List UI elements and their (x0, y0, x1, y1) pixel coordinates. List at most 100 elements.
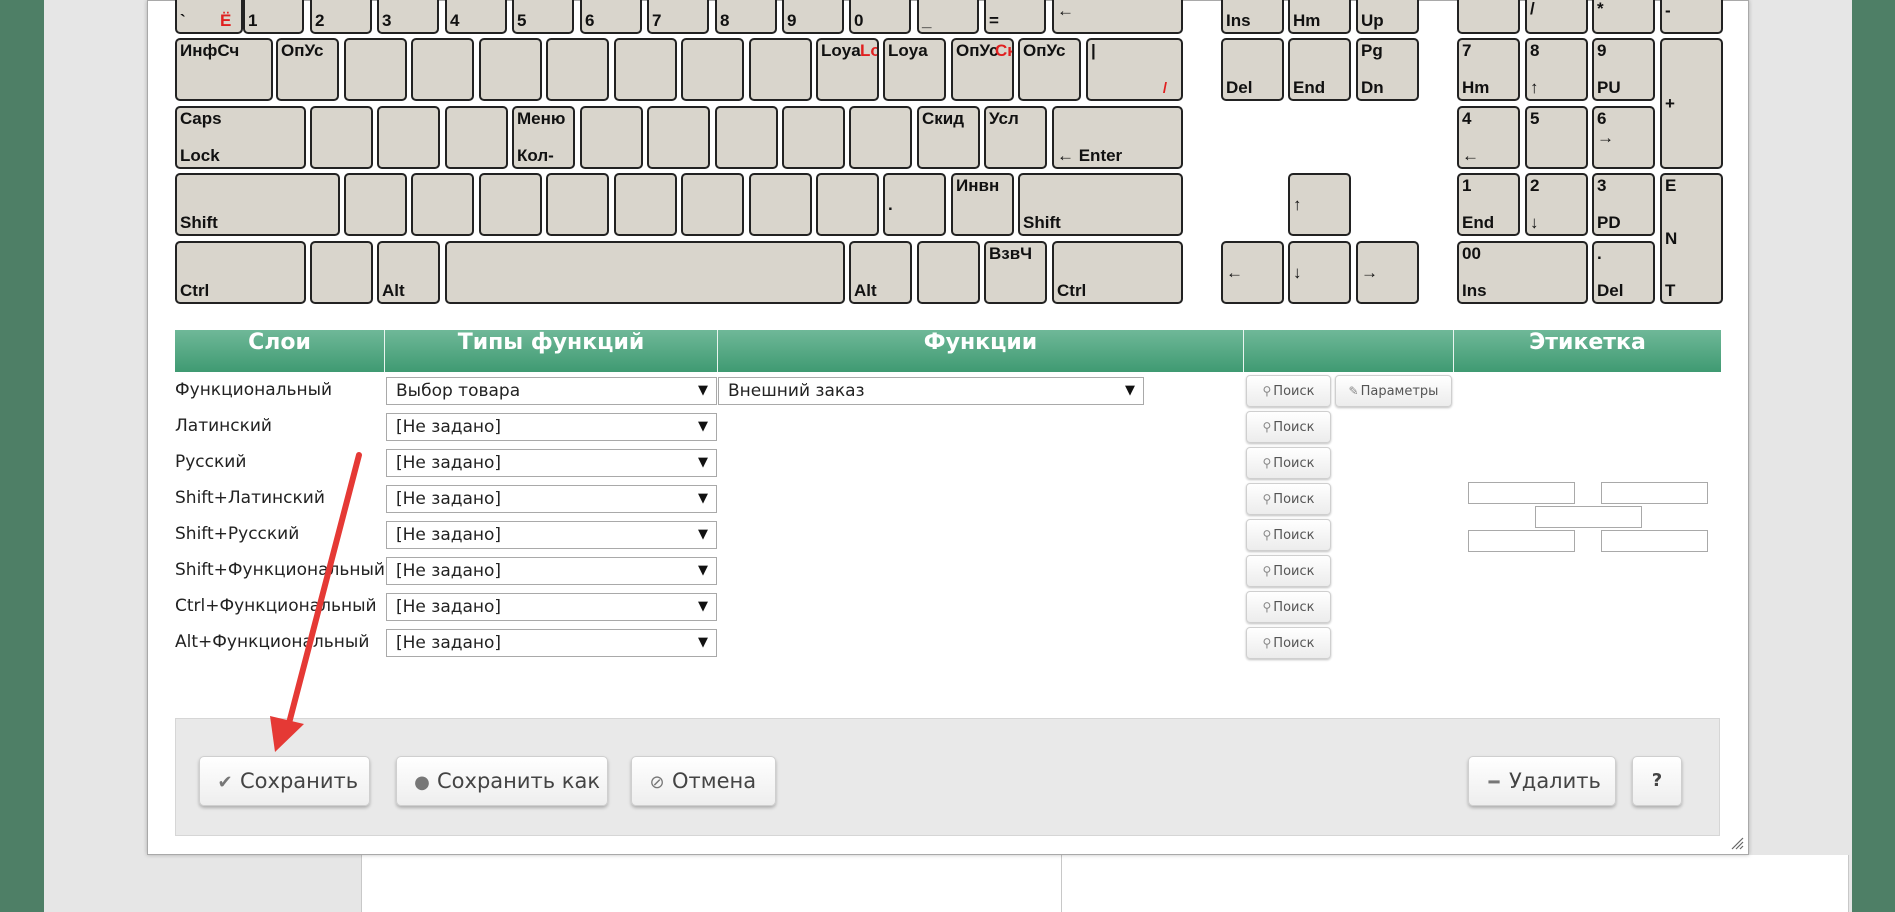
key-8[interactable]: 8 (715, 0, 777, 34)
help-button[interactable]: ? (1632, 756, 1682, 806)
key-4[interactable]: 4 (445, 0, 507, 34)
key-del[interactable]: Del (1221, 38, 1284, 101)
key-y[interactable] (681, 38, 744, 101)
key-r[interactable] (546, 38, 609, 101)
key-num-00[interactable]: 00 Ins (1457, 241, 1588, 304)
key-7[interactable]: 7 (647, 0, 709, 34)
key-alt-left[interactable]: Alt (377, 241, 440, 304)
key-1[interactable]: 1 (243, 0, 304, 34)
function-type-select[interactable]: [Не задано] ▼ (386, 629, 717, 657)
save-button[interactable]: ✔ Сохранить (199, 756, 370, 806)
search-button[interactable]: ⚲ Поиск (1246, 519, 1331, 551)
key-arrow-left[interactable]: ← (1221, 241, 1284, 304)
search-button[interactable]: ⚲ Поиск (1246, 591, 1331, 623)
key-shift-left[interactable]: Shift (175, 173, 340, 236)
key-b[interactable] (614, 173, 677, 236)
key-backspace[interactable]: ← (1052, 0, 1183, 34)
key-num-7[interactable]: 7 Hm (1457, 38, 1520, 101)
key-j[interactable] (715, 106, 778, 169)
key-equals[interactable]: = (984, 0, 1046, 34)
key-menu[interactable] (917, 241, 980, 304)
function-type-select[interactable]: [Не задано] ▼ (386, 413, 717, 441)
key-ctrl-right[interactable]: Ctrl (1052, 241, 1183, 304)
key-d[interactable] (445, 106, 508, 169)
search-button[interactable]: ⚲ Поиск (1246, 447, 1331, 479)
key-num-5[interactable]: 5 (1525, 106, 1588, 169)
delete-button[interactable]: ━ Удалить (1468, 756, 1616, 806)
key-pipe[interactable]: | / (1086, 38, 1183, 101)
key-0[interactable]: 0 (849, 0, 911, 34)
key-loyalty-1[interactable]: Loya Lo (816, 38, 879, 101)
function-type-select[interactable]: Выбор товара ▼ (386, 377, 717, 405)
key-k[interactable] (782, 106, 845, 169)
key-num-8[interactable]: 8 ↑ (1525, 38, 1588, 101)
search-button[interactable]: ⚲ Поиск (1246, 411, 1331, 443)
key-period[interactable]: . (883, 173, 946, 236)
function-type-select[interactable]: [Не задано] ▼ (386, 449, 717, 477)
key-arrow-down[interactable]: ↓ (1288, 241, 1351, 304)
label-field-top-right[interactable] (1601, 482, 1708, 504)
key-num-empty[interactable] (1457, 0, 1520, 34)
key-u[interactable] (749, 38, 812, 101)
key-a[interactable] (310, 106, 373, 169)
save-as-button[interactable]: ● Сохранить как (396, 756, 608, 806)
key-n[interactable] (681, 173, 744, 236)
key-v[interactable] (546, 173, 609, 236)
key-loyalty-2[interactable]: Loya (883, 38, 946, 101)
key-6[interactable]: 6 (580, 0, 642, 34)
key-num-6[interactable]: 6 → (1592, 106, 1655, 169)
key-9[interactable]: 9 (782, 0, 844, 34)
key-caps-lock[interactable]: Caps Lock (175, 106, 306, 169)
parameters-button[interactable]: ✎ Параметры (1335, 375, 1452, 407)
key-h[interactable] (647, 106, 710, 169)
key-num-1[interactable]: 1 End (1457, 173, 1520, 236)
key-t[interactable] (614, 38, 677, 101)
key-space[interactable] (445, 241, 845, 304)
function-type-select[interactable]: [Не задано] ▼ (386, 593, 717, 621)
key-z[interactable] (344, 173, 407, 236)
key-ins[interactable]: Ins (1221, 0, 1284, 34)
key-g[interactable] (580, 106, 643, 169)
key-weigh[interactable]: ВзвЧ (984, 241, 1047, 304)
key-opus-2[interactable]: ОпУс Ск (951, 38, 1014, 101)
label-field-top-left[interactable] (1468, 482, 1575, 504)
key-pgdn[interactable]: Pg Dn (1356, 38, 1419, 101)
key-underscore[interactable]: _ (917, 0, 979, 34)
resize-grip-icon[interactable] (1730, 836, 1744, 850)
key-num-minus[interactable]: - (1660, 0, 1723, 34)
function-type-select[interactable]: [Не задано] ▼ (386, 557, 717, 585)
key-menu-qty[interactable]: Меню Кол- (512, 106, 575, 169)
key-service[interactable]: Усл (984, 106, 1047, 169)
function-type-select[interactable]: [Не задано] ▼ (386, 485, 717, 513)
key-win[interactable] (310, 241, 373, 304)
key-opus-3[interactable]: ОпУс (1018, 38, 1081, 101)
key-shift-right[interactable]: Shift (1018, 173, 1183, 236)
key-inventory[interactable]: Инвн (951, 173, 1014, 236)
key-ctrl-left[interactable]: Ctrl (175, 241, 306, 304)
key-opus-1[interactable]: ОпУс (276, 38, 339, 101)
key-discount[interactable]: Скид (917, 106, 980, 169)
label-field-bottom-right[interactable] (1601, 530, 1708, 552)
key-num-slash[interactable]: / (1525, 0, 1588, 34)
key-num-star[interactable]: * (1592, 0, 1655, 34)
key-alt-right[interactable]: Alt (849, 241, 912, 304)
key-s[interactable] (377, 106, 440, 169)
search-button[interactable]: ⚲ Поиск (1246, 555, 1331, 587)
key-arrow-right[interactable]: → (1356, 241, 1419, 304)
cancel-button[interactable]: ⊘ Отмена (631, 756, 776, 806)
key-infsch[interactable]: ИнфСч (175, 38, 273, 101)
key-2[interactable]: 2 (310, 0, 372, 34)
label-field-center[interactable] (1535, 506, 1642, 528)
function-type-select[interactable]: [Не задано] ▼ (386, 521, 717, 549)
key-q[interactable] (344, 38, 407, 101)
search-button[interactable]: ⚲ Поиск (1246, 375, 1331, 407)
key-end[interactable]: End (1288, 38, 1351, 101)
key-comma[interactable] (816, 173, 879, 236)
search-button[interactable]: ⚲ Поиск (1246, 627, 1331, 659)
key-enter[interactable]: ← Enter (1052, 106, 1183, 169)
key-c[interactable] (479, 173, 542, 236)
key-num-9[interactable]: 9 PU (1592, 38, 1655, 101)
key-backtick[interactable]: ` Ё (175, 0, 243, 34)
key-3[interactable]: 3 (377, 0, 439, 34)
key-arrow-up[interactable]: ↑ (1288, 173, 1351, 236)
